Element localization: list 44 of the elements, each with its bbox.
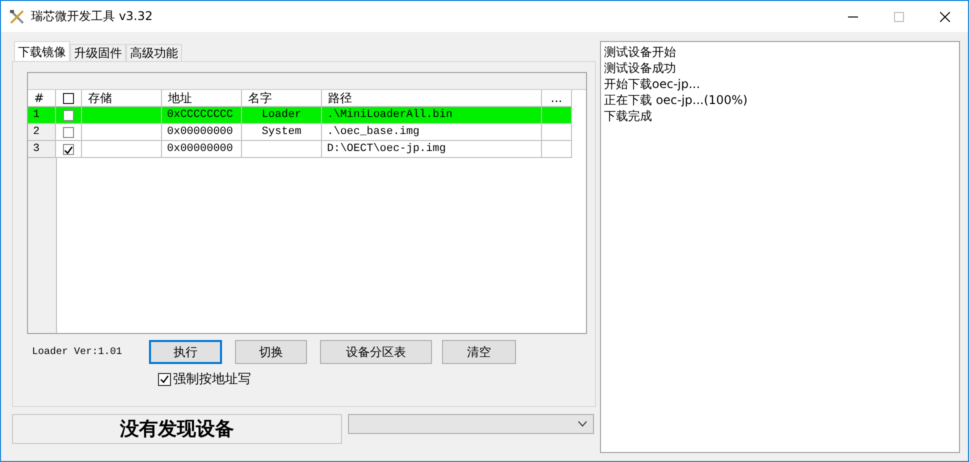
checkbox[interactable] [63, 126, 74, 138]
table-cell: Loader [242, 107, 322, 124]
status-text: 没有发现设备 [12, 414, 342, 444]
row-number: 3 [28, 141, 56, 158]
table-cell: 0xCCCCCCCC [162, 107, 242, 124]
button[interactable]: 切换 [235, 340, 307, 364]
column-header[interactable]: 路径 [322, 90, 542, 107]
chevron-down-icon [578, 421, 587, 427]
log-line: 开始下载oec-jp... [604, 76, 702, 92]
log-line: 正在下载 oec-jp...(100%) [604, 92, 749, 108]
checkbox-label[interactable]: 强制按地址写 [173, 370, 251, 388]
log-line: 下载完成 [604, 108, 653, 124]
column-header[interactable]: ... [542, 90, 572, 107]
checkbox[interactable] [158, 372, 171, 386]
table-cell [542, 141, 572, 158]
table-cell [542, 107, 572, 124]
tab[interactable]: 升级固件 [70, 44, 126, 61]
close-icon[interactable] [940, 12, 950, 22]
button[interactable]: 清空 [442, 340, 516, 364]
row-number: 1 [28, 107, 56, 124]
table-cell: 0x00000000 [162, 141, 242, 158]
checkbox[interactable] [63, 110, 74, 120]
checkbox[interactable] [63, 92, 74, 104]
column-header[interactable]: 名字 [242, 90, 322, 107]
window-title: 瑞芯微开发工具 v3.32 [31, 8, 154, 25]
table-cell: D:\OECT\oec-jp.img [322, 141, 542, 158]
table-cell: System [242, 124, 322, 141]
column-header[interactable]: # [28, 90, 56, 107]
loader-version: Loader Ver:1.01 [31, 346, 124, 358]
table-cell: 0x00000000 [162, 124, 242, 141]
button[interactable]: 设备分区表 [320, 340, 432, 364]
checkbox[interactable] [63, 144, 74, 154]
table-cell [542, 124, 572, 141]
column-header[interactable]: 地址 [162, 90, 242, 107]
button[interactable]: 执行 [149, 340, 222, 364]
app-icon [9, 8, 25, 24]
column-header[interactable]: 存储 [82, 90, 162, 107]
tab[interactable]: 下载镜像 [14, 41, 70, 61]
tab[interactable]: 高级功能 [126, 44, 182, 61]
row-number: 2 [28, 124, 56, 141]
log-line: 测试设备开始 [604, 44, 677, 60]
table-cell: .\oec_base.img [322, 124, 542, 141]
table-cell: .\MiniLoaderAll.bin [322, 107, 542, 124]
log-line: 测试设备成功 [604, 60, 677, 76]
